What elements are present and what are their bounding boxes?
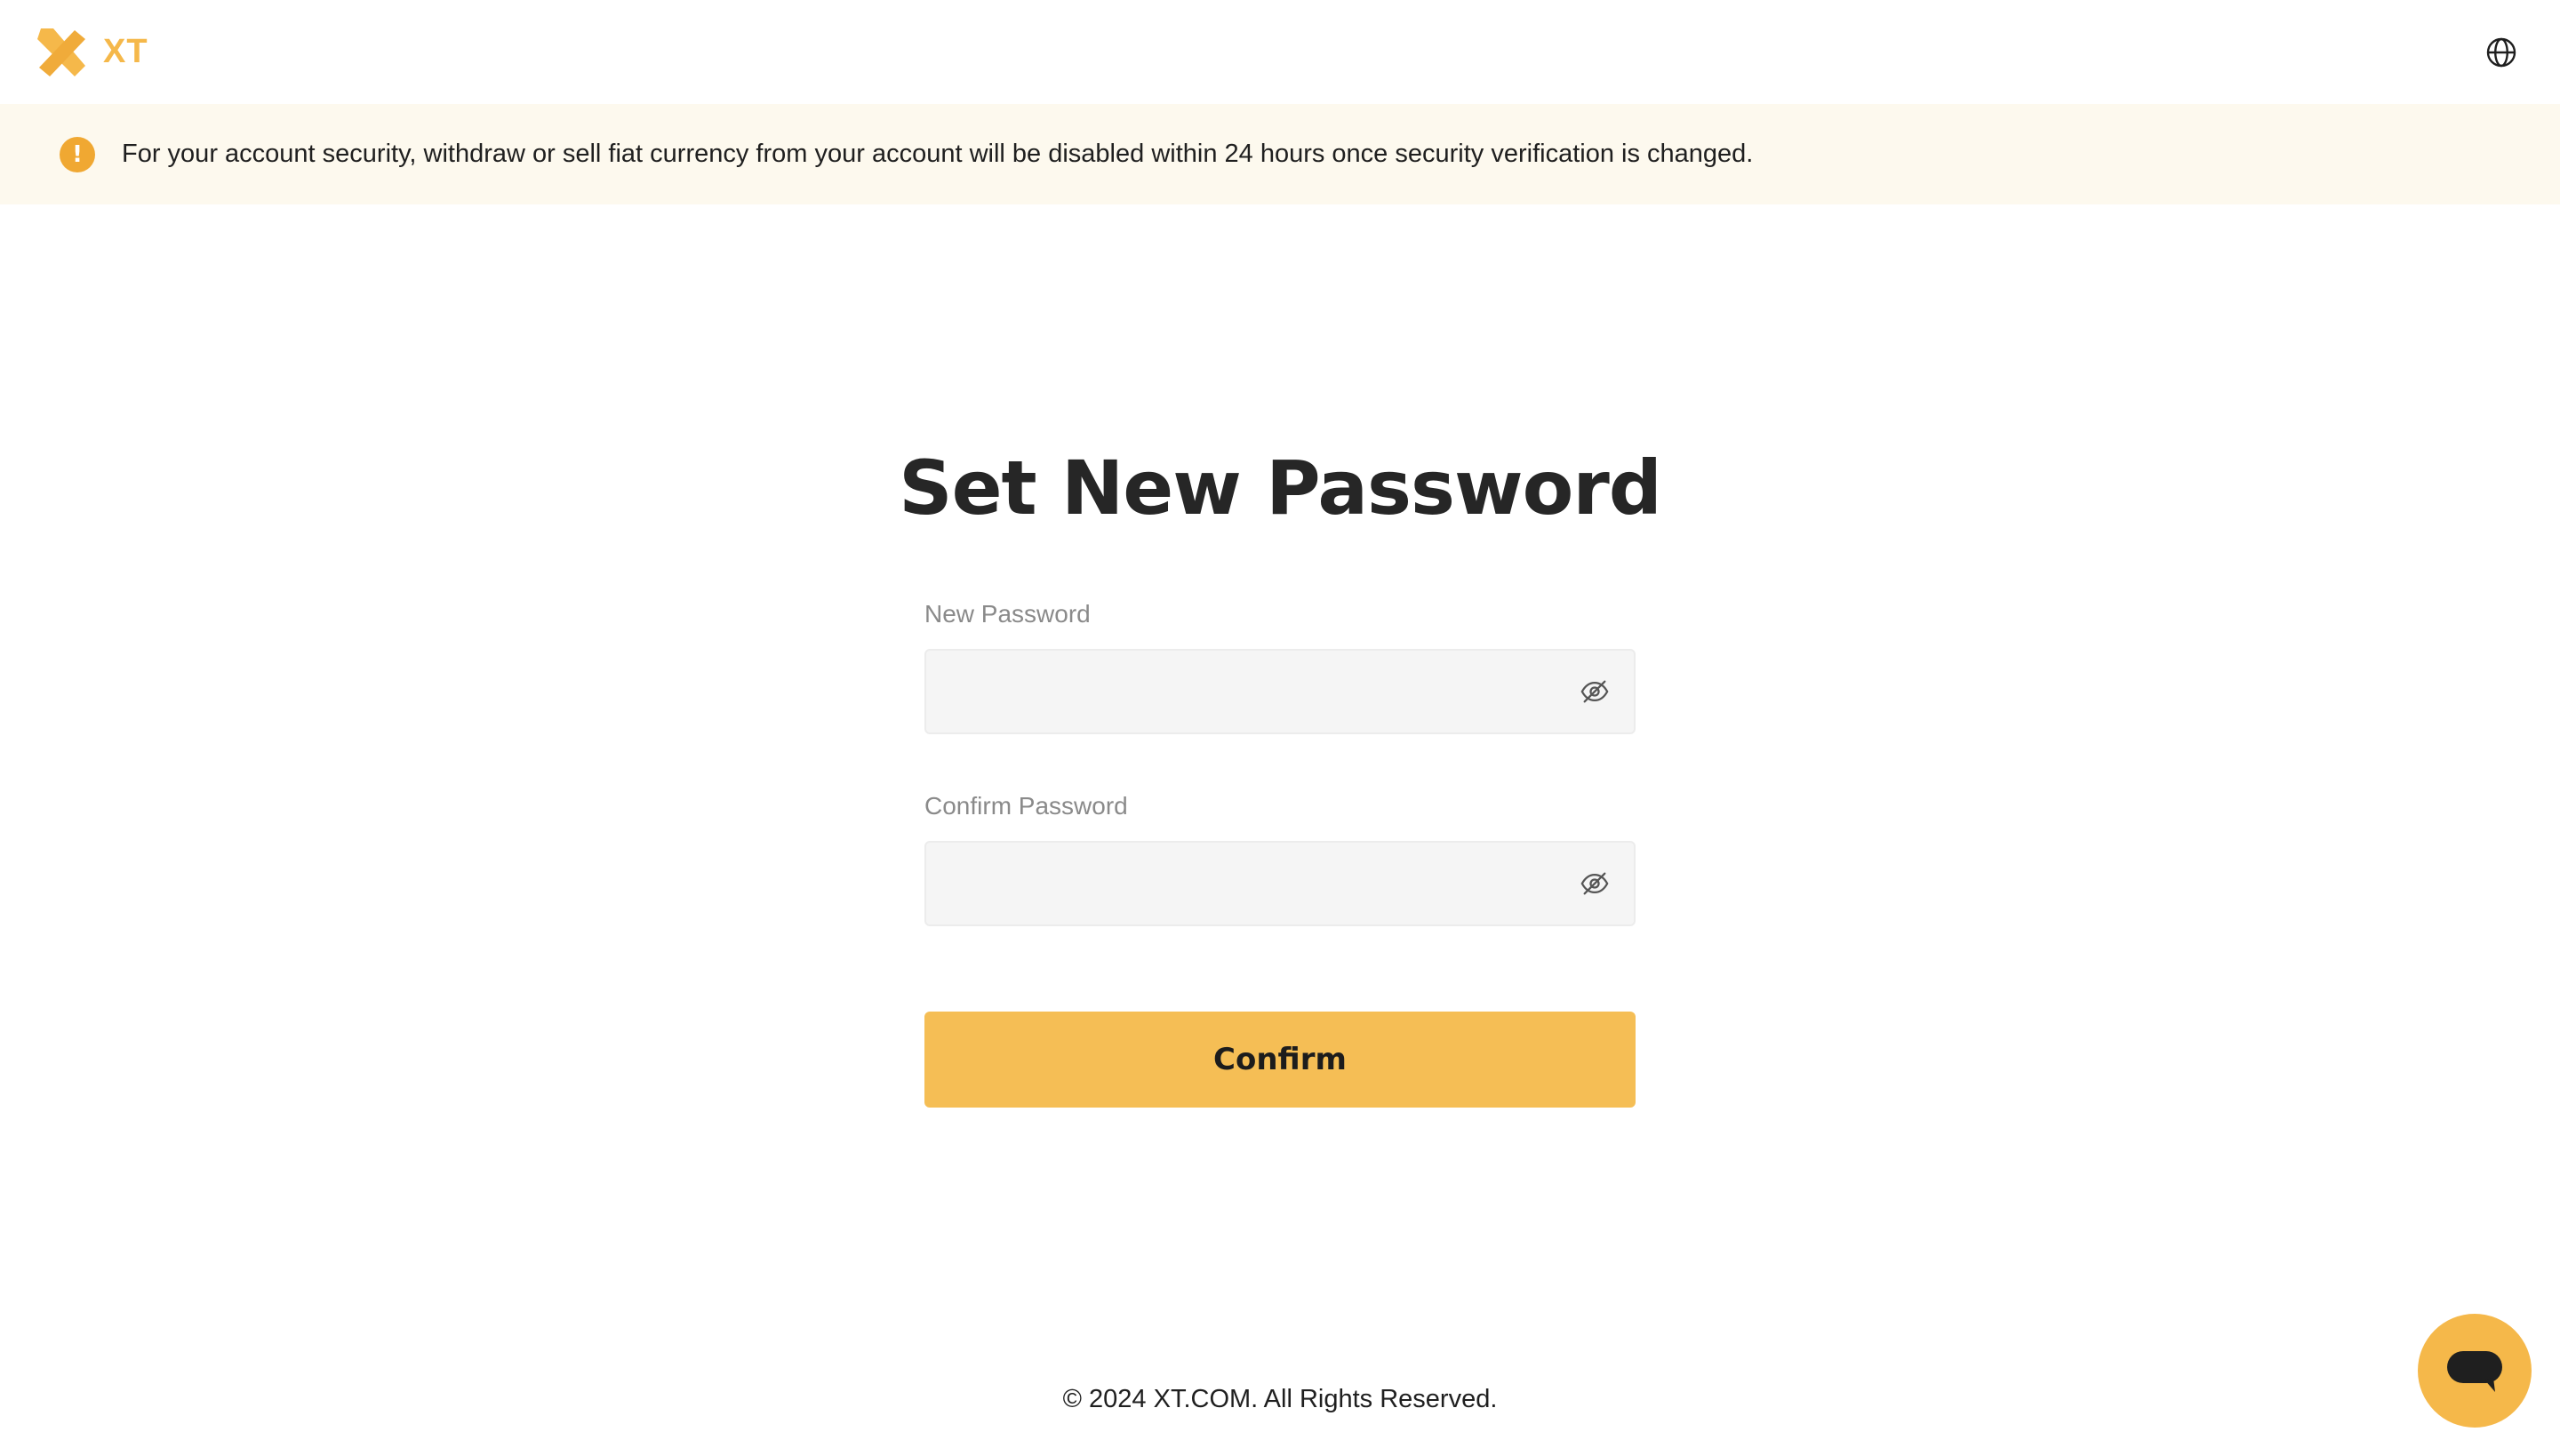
set-password-form: New Password Confirm Password Confirm <box>924 597 1636 1108</box>
brand-name: XT <box>103 33 148 70</box>
page-title: Set New Password <box>899 444 1662 532</box>
confirm-password-input[interactable] <box>926 843 1634 924</box>
globe-icon <box>2486 37 2516 67</box>
confirm-password-field <box>924 841 1636 926</box>
confirm-button[interactable]: Confirm <box>924 1012 1636 1108</box>
new-password-input[interactable] <box>926 651 1634 732</box>
new-password-group: New Password <box>924 597 1636 734</box>
new-password-field <box>924 649 1636 734</box>
language-button[interactable] <box>2484 35 2519 70</box>
chat-bubble-icon <box>2447 1351 2502 1392</box>
footer-copyright: © 2024 XT.COM. All Rights Reserved. <box>1062 1385 1498 1413</box>
new-password-visibility-toggle[interactable] <box>1577 674 1612 709</box>
security-notice-text: For your account security, withdraw or s… <box>122 140 1754 168</box>
page: XT ! For your account security, withdraw… <box>0 0 2560 1456</box>
new-password-label: New Password <box>924 600 1091 628</box>
brand-logo[interactable]: XT <box>36 27 148 78</box>
top-header: XT <box>0 0 2560 104</box>
chat-support-button[interactable] <box>2418 1314 2532 1428</box>
exclamation-icon: ! <box>60 136 95 172</box>
confirm-password-label: Confirm Password <box>924 792 1128 820</box>
confirm-password-visibility-toggle[interactable] <box>1577 866 1612 901</box>
eye-off-icon <box>1580 872 1609 895</box>
confirm-password-group: Confirm Password <box>924 789 1636 926</box>
eye-off-icon <box>1580 680 1609 703</box>
xt-logo-icon <box>37 28 85 76</box>
security-notice-banner: ! For your account security, withdraw or… <box>0 104 2560 204</box>
